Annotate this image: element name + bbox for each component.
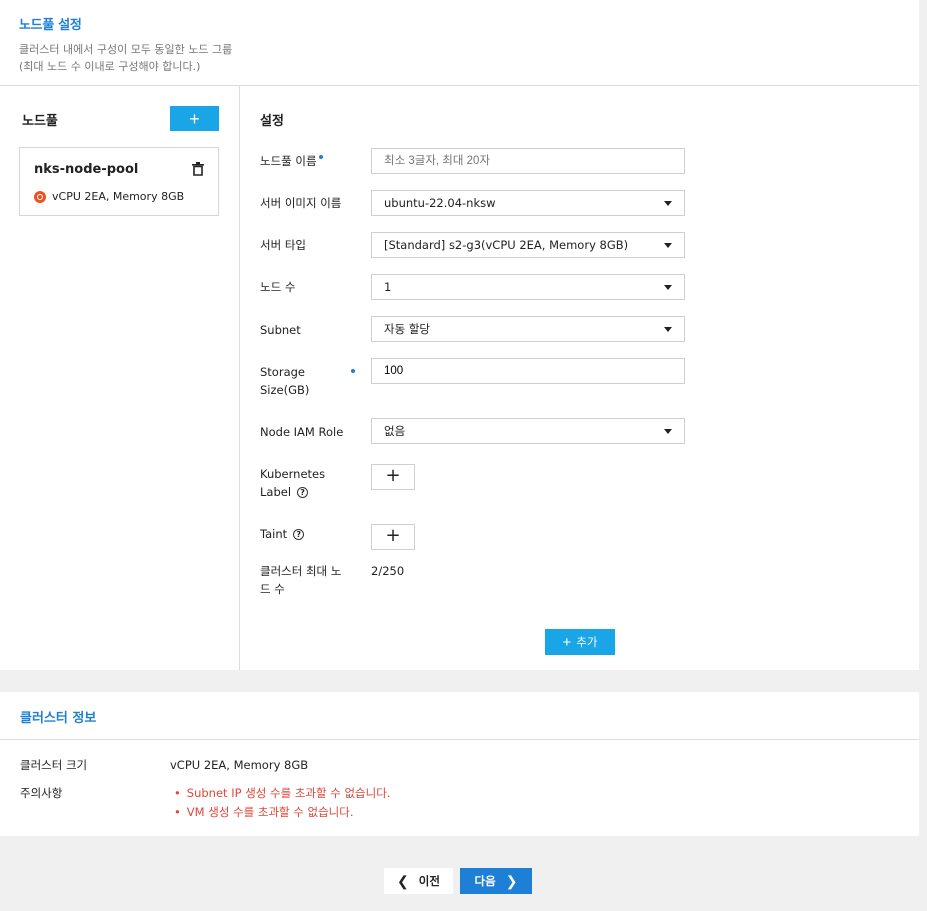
caret-down-icon	[664, 327, 672, 332]
nodepool-name: nks-node-pool	[34, 162, 139, 177]
help-icon[interactable]: ?	[293, 529, 305, 540]
prev-button-label: 이전	[418, 876, 440, 888]
settings-title: 설정	[260, 114, 284, 129]
add-kubernetes-label-button[interactable]: +	[371, 464, 415, 490]
warning-item: Subnet IP 생성 수를 초과할 수 없습니다.	[174, 785, 391, 801]
taint-label: Taint?	[260, 525, 305, 543]
iam-role-value: 없음	[384, 424, 406, 438]
warning-item: VM 생성 수를 초과할 수 없습니다.	[174, 804, 354, 820]
nodepool-spec: vCPU 2EA, Memory 8GB	[34, 190, 184, 203]
kubernetes-label-text: Label	[260, 485, 292, 499]
taint-label-text: Taint	[260, 527, 288, 541]
help-icon[interactable]: ?	[297, 487, 309, 498]
add-taint-button[interactable]: +	[371, 524, 415, 550]
node-count-label: 노드 수	[260, 280, 296, 294]
node-count-value: 1	[384, 280, 392, 294]
ubuntu-icon	[34, 190, 46, 203]
subnet-select[interactable]: 자동 할당	[371, 316, 685, 342]
caret-down-icon	[664, 429, 672, 434]
cluster-size-label: 클러스터 크기	[20, 758, 88, 772]
max-nodes-label: 클러스터 최대 노 드 수	[260, 562, 341, 598]
caret-down-icon	[664, 243, 672, 248]
nodepool-settings-card: 노드풀 설정 클러스터 내에서 구성이 모두 동일한 노드 그룹 (최대 노드 …	[0, 0, 919, 670]
caret-down-icon	[664, 201, 672, 206]
cluster-info-title: 클러스터 정보	[0, 692, 919, 740]
section-header: 노드풀 설정 클러스터 내에서 구성이 모두 동일한 노드 그룹 (최대 노드 …	[0, 0, 919, 86]
server-image-value: ubuntu-22.04-nksw	[384, 196, 496, 210]
cluster-size-value: vCPU 2EA, Memory 8GB	[170, 758, 309, 772]
caret-down-icon	[664, 285, 672, 290]
kubernetes-label-line: Label?	[260, 483, 325, 501]
storage-size-label: Storage Size(GB)	[260, 363, 309, 399]
max-nodes-value: 2/250	[371, 564, 405, 578]
storage-size-input[interactable]	[371, 358, 685, 384]
nodepool-name-input[interactable]	[371, 148, 685, 174]
page-description: 클러스터 내에서 구성이 모두 동일한 노드 그룹 (최대 노드 수 이내로 구…	[19, 41, 919, 75]
nodepool-name-label: 노드풀 이름	[260, 152, 323, 170]
storage-size-label-line: Storage	[260, 365, 305, 379]
notice-label: 주의사항	[20, 786, 63, 800]
server-image-label: 서버 이미지 이름	[260, 196, 342, 210]
nodepool-name-label-text: 노드풀 이름	[260, 154, 317, 168]
description-line: (최대 노드 수 이내로 구성해야 합니다.)	[19, 60, 201, 73]
iam-role-label: Node IAM Role	[260, 425, 344, 439]
server-type-select[interactable]: [Standard] s2-g3(vCPU 2EA, Memory 8GB)	[371, 232, 685, 258]
plus-icon: +	[562, 633, 572, 651]
storage-size-label-line: Size(GB)	[260, 383, 310, 397]
nodepool-list-title: 노드풀	[22, 114, 58, 129]
add-button-label: 추가	[576, 637, 598, 649]
max-nodes-label-line: 클러스터 최대 노	[260, 564, 342, 578]
nodepool-list-panel: 노드풀 + nks-node-pool vCPU 2EA, Memory 8GB	[0, 86, 240, 670]
prev-button[interactable]: ❮ 이전	[384, 868, 453, 894]
nodepool-item[interactable]: nks-node-pool vCPU 2EA, Memory 8GB	[19, 147, 219, 216]
page-title: 노드풀 설정	[19, 18, 82, 33]
next-button[interactable]: 다음 ❯	[460, 868, 532, 894]
cluster-info-card: 클러스터 정보 클러스터 크기 vCPU 2EA, Memory 8GB 주의사…	[0, 692, 919, 836]
server-type-label: 서버 타입	[260, 238, 306, 252]
subnet-value: 자동 할당	[384, 322, 430, 336]
trash-icon[interactable]	[192, 162, 204, 176]
add-nodepool-submit-button[interactable]: + 추가	[545, 629, 615, 655]
add-nodepool-button[interactable]: +	[170, 106, 219, 131]
chevron-left-icon: ❮	[397, 872, 409, 889]
nodepool-spec-text: vCPU 2EA, Memory 8GB	[52, 190, 185, 203]
subnet-label: Subnet	[260, 323, 301, 337]
description-line: 클러스터 내에서 구성이 모두 동일한 노드 그룹	[19, 43, 233, 56]
server-image-select[interactable]: ubuntu-22.04-nksw	[371, 190, 685, 216]
kubernetes-label-label: Kubernetes Label?	[260, 465, 325, 501]
required-dot-icon	[351, 369, 355, 373]
node-count-select[interactable]: 1	[371, 274, 685, 300]
iam-role-select[interactable]: 없음	[371, 418, 685, 444]
kubernetes-label-line: Kubernetes	[260, 467, 326, 481]
max-nodes-label-line: 드 수	[260, 582, 285, 596]
settings-form: 설정 노드풀 이름 서버 이미지 이름 ubuntu-22.04-nksw 서버…	[260, 86, 900, 670]
server-type-value: [Standard] s2-g3(vCPU 2EA, Memory 8GB)	[384, 238, 629, 252]
required-dot-icon	[318, 155, 323, 159]
chevron-right-icon: ❯	[505, 872, 518, 889]
next-button-label: 다음	[474, 876, 496, 888]
